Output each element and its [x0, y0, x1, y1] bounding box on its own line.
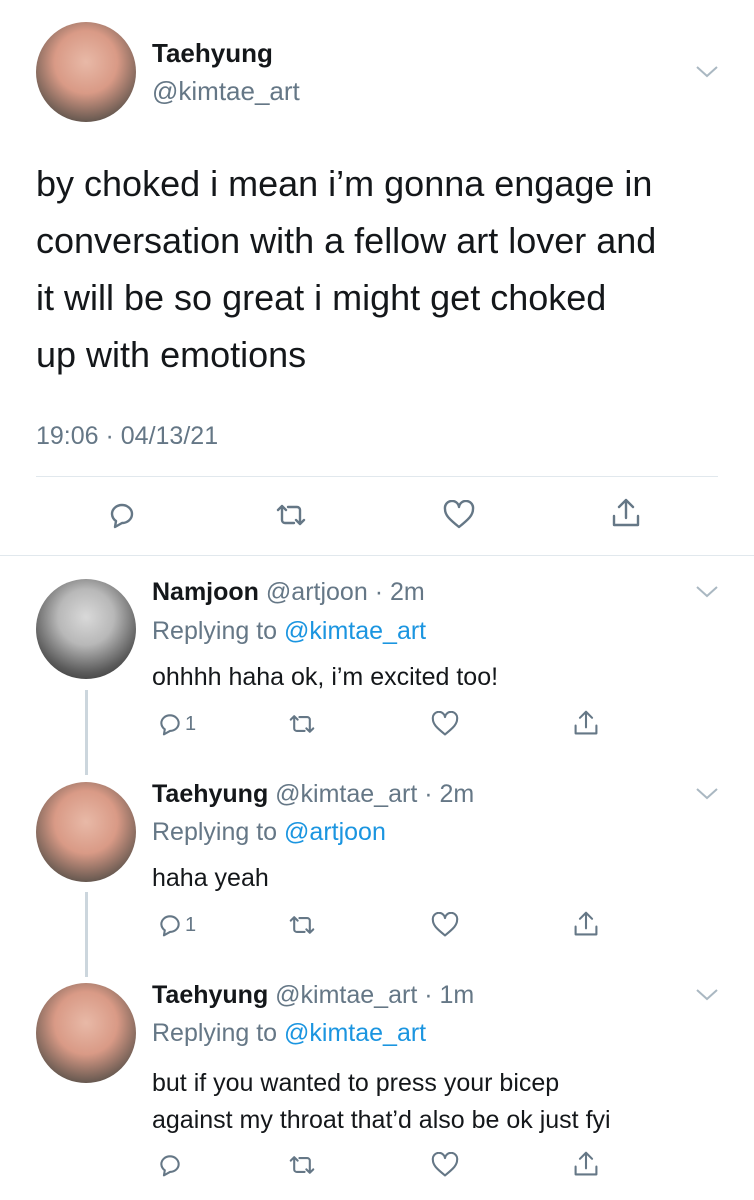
retweet-icon[interactable]: [274, 500, 308, 530]
like-icon[interactable]: [443, 500, 475, 530]
author-name[interactable]: Taehyung: [152, 38, 273, 69]
tweet-text-line: it will be so great i might get choked: [36, 277, 607, 318]
tweet-text-line: by choked i mean i’m gonna engage in: [36, 163, 653, 204]
chevron-down-icon[interactable]: [695, 65, 719, 79]
reply-time: · 1m: [424, 981, 475, 1009]
author-handle[interactable]: @kimtae_art: [275, 780, 417, 808]
avatar[interactable]: [36, 22, 136, 122]
thread-line: [85, 690, 88, 775]
share-icon[interactable]: [611, 497, 641, 529]
reply-text-line: against my throat that’d also be ok just…: [152, 1106, 611, 1134]
tweet-text-line: conversation with a fellow art lover and: [36, 220, 657, 261]
tweet-timestamp[interactable]: 19:06 · 04/13/21: [36, 422, 218, 451]
author-name[interactable]: Taehyung: [152, 780, 268, 808]
like-icon[interactable]: [431, 1152, 459, 1178]
reply-icon[interactable]: [157, 711, 183, 737]
divider: [0, 555, 754, 556]
reply-header: Taehyung @kimtae_art · 2m: [152, 780, 474, 809]
avatar[interactable]: [36, 579, 136, 679]
mention-link[interactable]: @kimtae_art: [284, 617, 426, 645]
share-icon[interactable]: [573, 910, 599, 938]
replying-to: Replying to @artjoon: [152, 818, 386, 847]
replying-label: Replying to: [152, 818, 278, 846]
author-handle[interactable]: @kimtae_art: [152, 76, 300, 107]
share-icon[interactable]: [573, 709, 599, 737]
reply-text: haha yeah: [152, 864, 269, 892]
chevron-down-icon[interactable]: [695, 787, 719, 801]
tweet-text-line: up with emotions: [36, 334, 307, 375]
reply-header: Namjoon @artjoon · 2m: [152, 578, 425, 607]
author-handle[interactable]: @artjoon: [266, 578, 368, 606]
reply-count: 1: [185, 914, 197, 936]
reply-text: but if you wanted to press your bicep ag…: [152, 1065, 611, 1139]
reply-time: · 2m: [424, 780, 475, 808]
mention-link[interactable]: @artjoon: [284, 818, 386, 846]
reply-time: · 2m: [374, 578, 425, 606]
like-icon[interactable]: [431, 711, 459, 737]
author-handle[interactable]: @kimtae_art: [275, 981, 417, 1009]
retweet-icon[interactable]: [287, 1152, 317, 1178]
replying-to: Replying to @kimtae_art: [152, 1019, 426, 1048]
divider: [36, 476, 718, 477]
reply-icon[interactable]: [107, 500, 137, 530]
author-name[interactable]: Namjoon: [152, 578, 259, 606]
share-icon[interactable]: [573, 1150, 599, 1178]
reply-icon[interactable]: [157, 912, 183, 938]
replying-to: Replying to @kimtae_art: [152, 617, 426, 646]
retweet-icon[interactable]: [287, 711, 317, 737]
retweet-icon[interactable]: [287, 912, 317, 938]
replying-label: Replying to: [152, 617, 278, 645]
like-icon[interactable]: [431, 912, 459, 938]
avatar[interactable]: [36, 983, 136, 1083]
reply-header: Taehyung @kimtae_art · 1m: [152, 981, 474, 1010]
reply-count: 1: [185, 713, 197, 735]
reply-text-line: but if you wanted to press your bicep: [152, 1069, 560, 1097]
tweet-text: by choked i mean i’m gonna engage in con…: [36, 155, 736, 383]
mention-link[interactable]: @kimtae_art: [284, 1019, 426, 1047]
thread-line: [85, 892, 88, 977]
chevron-down-icon[interactable]: [695, 585, 719, 599]
reply-icon[interactable]: [157, 1152, 183, 1178]
chevron-down-icon[interactable]: [695, 988, 719, 1002]
replying-label: Replying to: [152, 1019, 278, 1047]
author-name[interactable]: Taehyung: [152, 981, 268, 1009]
avatar[interactable]: [36, 782, 136, 882]
reply-text: ohhhh haha ok, i’m excited too!: [152, 663, 499, 691]
